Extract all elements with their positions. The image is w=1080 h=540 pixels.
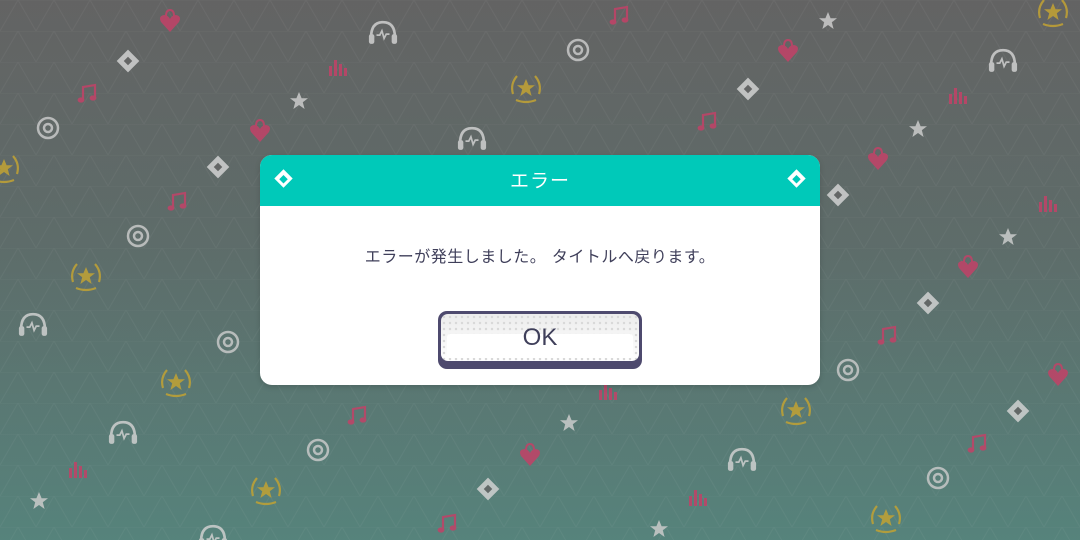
ok-button-label: OK — [522, 324, 558, 351]
ok-button[interactable]: OK — [438, 311, 642, 369]
dialog-message: エラーが発生しました。 タイトルへ戻ります。 — [364, 247, 716, 266]
dialog-header: エラー — [260, 155, 820, 206]
error-dialog: エラー エラーが発生しました。 タイトルへ戻ります。 OK — [260, 155, 820, 385]
dialog-title: エラー — [509, 170, 570, 192]
